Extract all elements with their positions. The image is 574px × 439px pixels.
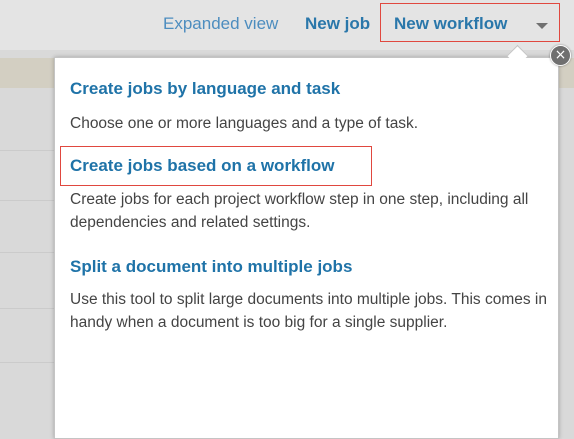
background-row-divider [0, 252, 55, 253]
background-row-divider [0, 308, 55, 309]
background-row-divider [0, 362, 55, 363]
option-split-document[interactable]: Split a document into multiple jobs [70, 257, 352, 277]
option-description: Create jobs for each project workflow st… [70, 191, 529, 231]
option-create-by-language-task[interactable]: Create jobs by language and task [70, 79, 340, 99]
background-row-divider [0, 150, 55, 151]
option-description: Use this tool to split large documents i… [70, 291, 547, 331]
close-icon[interactable]: × [550, 45, 571, 66]
option-create-based-on-workflow[interactable]: Create jobs based on a workflow [70, 156, 335, 176]
background-row-divider [0, 200, 55, 201]
option-description: Choose one or more languages and a type … [70, 115, 419, 132]
expanded-view-link[interactable]: Expanded view [163, 14, 278, 34]
new-job-button[interactable]: New job [305, 14, 370, 34]
chevron-down-icon[interactable] [536, 23, 548, 29]
new-workflow-button[interactable]: New workflow [394, 14, 507, 34]
